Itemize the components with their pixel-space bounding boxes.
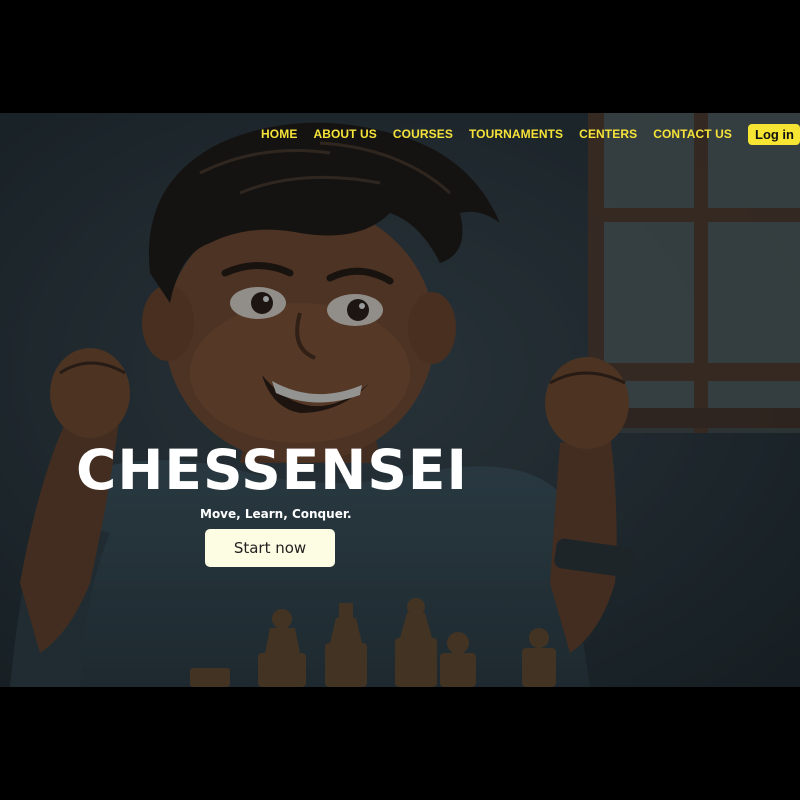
nav-contact-link[interactable]: CONTACT US [653, 127, 732, 141]
nav-tournaments-link[interactable]: TOURNAMENTS [469, 127, 563, 141]
nav-home-link[interactable]: HOME [261, 127, 297, 141]
hero-illustration [0, 113, 800, 687]
start-now-button[interactable]: Start now [205, 529, 335, 567]
hero-tagline: Move, Learn, Conquer. [200, 507, 352, 521]
login-button[interactable]: Log in [748, 123, 800, 145]
brand-title: CHESSENSEI [76, 438, 468, 502]
nav-centers-link[interactable]: CENTERS [579, 127, 637, 141]
top-navigation: HOME ABOUT US COURSES TOURNAMENTS CENTER… [261, 123, 800, 145]
hero-section: HOME ABOUT US COURSES TOURNAMENTS CENTER… [0, 113, 800, 687]
nav-about-link[interactable]: ABOUT US [313, 127, 376, 141]
page-frame: HOME ABOUT US COURSES TOURNAMENTS CENTER… [0, 0, 800, 800]
nav-courses-link[interactable]: COURSES [393, 127, 453, 141]
